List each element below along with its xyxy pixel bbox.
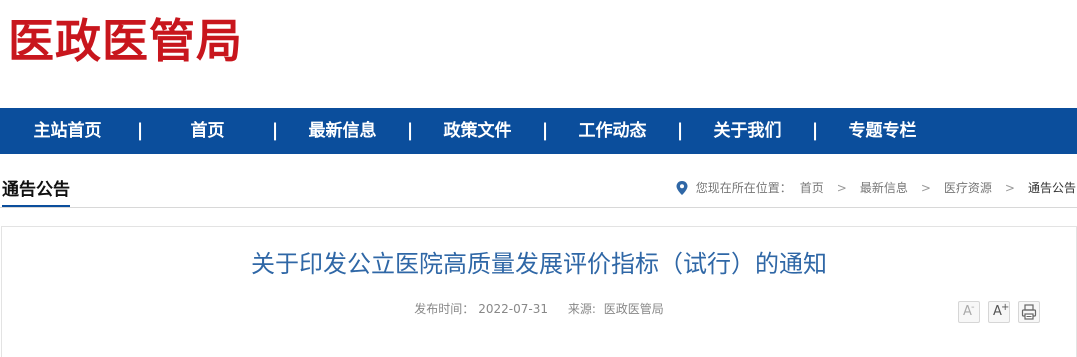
publish-date: 2022-07-31 [478, 302, 549, 316]
nav-item-work-updates[interactable]: 工作动态 [550, 108, 675, 154]
font-larger-button[interactable]: A + [988, 301, 1010, 323]
section-title: 通告公告 [2, 179, 70, 207]
nav-item-latest-news[interactable]: 最新信息 [280, 108, 405, 154]
location-label: 您现在所在位置： [695, 181, 792, 195]
font-larger-mark: + [1001, 302, 1010, 313]
nav-item-home[interactable]: 首页 [145, 108, 270, 154]
nav-separator: | [406, 120, 414, 141]
publish-label: 发布时间： [414, 302, 475, 316]
section-header: 通告公告 您现在所在位置： 首页 > 最新信息 > 医疗资源 > 通告公告 [0, 175, 1077, 208]
breadcrumb-notices[interactable]: 通告公告 [1028, 180, 1076, 196]
article-meta: 发布时间： 2022-07-31 来源: 医政医管局 [2, 301, 1076, 317]
font-smaller-button[interactable]: A - [958, 301, 980, 323]
nav-separator: | [271, 120, 279, 141]
source-label: 来源: [567, 302, 596, 316]
nav-item-policy-documents[interactable]: 政策文件 [415, 108, 540, 154]
breadcrumb-separator: > [1004, 181, 1015, 195]
source-name: 医政医管局 [603, 302, 664, 316]
breadcrumb-separator: > [836, 181, 847, 195]
nav-item-special-topics[interactable]: 专题专栏 [820, 108, 945, 154]
breadcrumb-latest-news[interactable]: 最新信息 [860, 180, 908, 196]
site-logo[interactable]: 医政医管局 [8, 14, 243, 68]
article-tools: A - A + [958, 301, 1040, 323]
article-title: 关于印发公立医院高质量发展评价指标（试行）的通知 [251, 250, 827, 278]
breadcrumb: 您现在所在位置： 首页 > 最新信息 > 医疗资源 > 通告公告 [676, 180, 1076, 196]
location-pin-icon [676, 181, 688, 195]
nav-item-about-us[interactable]: 关于我们 [685, 108, 810, 154]
nav-item-main-site-home[interactable]: 主站首页 [0, 108, 135, 154]
breadcrumb-home[interactable]: 首页 [800, 180, 824, 196]
main-nav: 主站首页 | 首页 | 最新信息 | 政策文件 | 工作动态 | 关于我们 | … [0, 108, 1077, 154]
article-panel: 关于印发公立医院高质量发展评价指标（试行）的通知 发布时间： 2022-07-31… [1, 226, 1077, 357]
nav-separator: | [676, 120, 684, 141]
breadcrumb-medical-resources[interactable]: 医疗资源 [944, 180, 992, 196]
nav-separator: | [541, 120, 549, 141]
print-button[interactable] [1018, 301, 1040, 323]
font-smaller-mark: - [971, 302, 975, 313]
nav-separator: | [136, 120, 144, 141]
print-icon [1021, 304, 1037, 320]
nav-separator: | [811, 120, 819, 141]
breadcrumb-separator: > [920, 181, 931, 195]
